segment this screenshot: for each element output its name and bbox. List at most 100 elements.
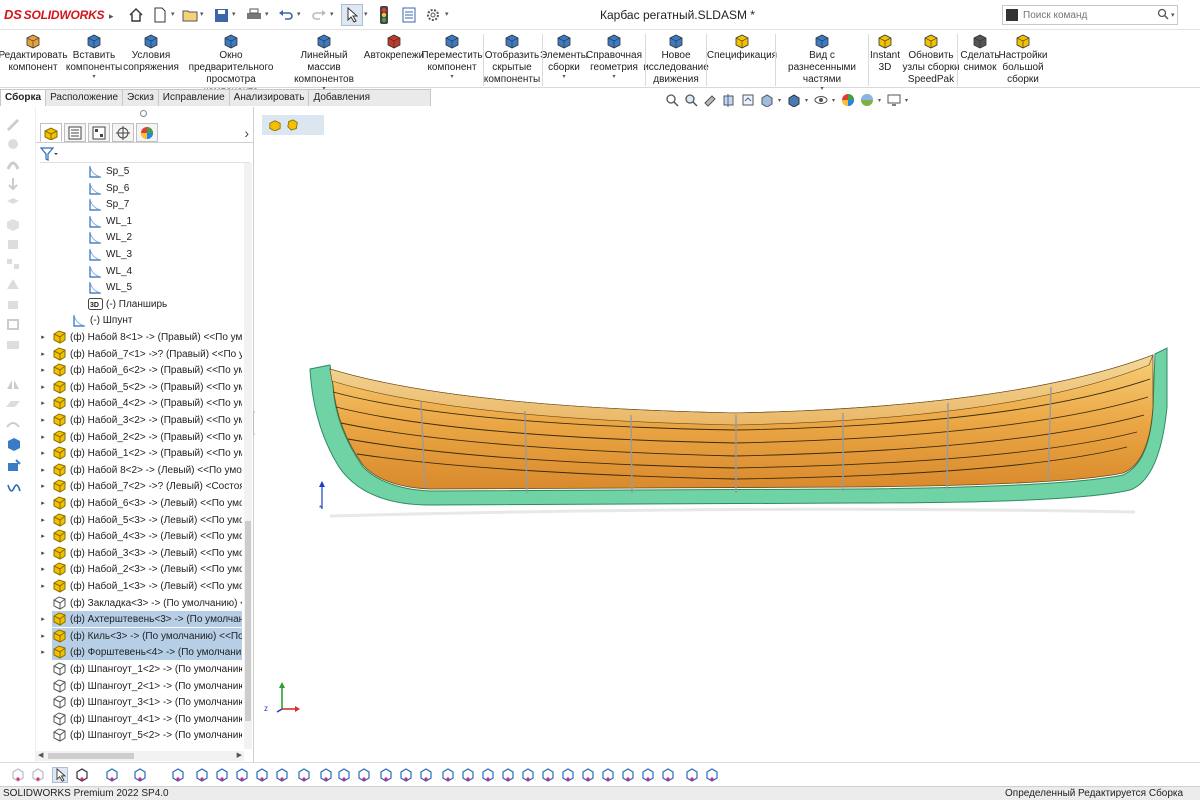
tree-node[interactable]: (ф) Шпангоут_4<1> -> (По умолчанию): [52, 711, 242, 727]
tree-node[interactable]: (ф) Шпангоут_2<1> -> (По умолчанию): [52, 678, 242, 694]
tree-node[interactable]: (ф) Набой_7<2> ->? (Левый) <Состояни: [52, 478, 242, 494]
redo-icon[interactable]: [308, 4, 330, 26]
scroll-left-icon[interactable]: ◀: [38, 751, 43, 759]
dynamic-annotation-icon[interactable]: [740, 93, 756, 107]
tree-node[interactable]: WL_1: [88, 213, 242, 229]
tangent-icon[interactable]: [480, 767, 496, 783]
display-style-icon[interactable]: [786, 93, 802, 107]
point-icon[interactable]: [104, 767, 120, 783]
tab-0[interactable]: Сборка: [0, 89, 47, 106]
tree-node[interactable]: WL_4: [88, 263, 242, 279]
sweep-icon[interactable]: [5, 157, 21, 171]
shell-icon[interactable]: [5, 317, 21, 331]
solidworks-logo[interactable]: DS SOLIDWORKS: [4, 7, 105, 22]
expand-arrow-icon[interactable]: ▸: [39, 512, 47, 528]
editing-mode-status[interactable]: Редактируется Сборка: [1078, 787, 1183, 800]
tree-node[interactable]: (ф) Киль<3> -> (По умолчанию) <<По: [52, 628, 242, 644]
print-icon[interactable]: [243, 4, 265, 26]
expand-arrow-icon[interactable]: ▸: [39, 379, 47, 395]
edge-select-icon[interactable]: [214, 767, 230, 783]
tree-node[interactable]: (ф) Набой 8<2> -> (Левый) <<По умол: [52, 462, 242, 478]
expand-arrow-icon[interactable]: ▸: [39, 329, 47, 345]
chevron-down-icon[interactable]: ▾: [92, 74, 95, 80]
expand-arrow-icon[interactable]: ▸: [39, 578, 47, 594]
tree-node[interactable]: (-) Шпунт: [72, 312, 242, 328]
select-arrow-icon[interactable]: [341, 4, 363, 26]
filter-icon[interactable]: [10, 767, 26, 783]
apply-scene-icon[interactable]: [859, 93, 875, 107]
parallel-icon[interactable]: [440, 767, 456, 783]
perpendicular-icon[interactable]: [460, 767, 476, 783]
tree-node[interactable]: (ф) Набой_3<2> -> (Правый) <<По умо: [52, 412, 242, 428]
concentric-icon[interactable]: [500, 767, 516, 783]
expand-arrow-icon[interactable]: ▸: [39, 478, 47, 494]
tree-node[interactable]: Sp_5: [88, 163, 242, 179]
tree-node[interactable]: (ф) Набой 8<1> -> (Правый) <<По умо: [52, 329, 242, 345]
wrap-icon[interactable]: [5, 337, 21, 351]
tree-node[interactable]: WL_2: [88, 229, 242, 245]
corner-icon[interactable]: [296, 767, 312, 783]
line-icon[interactable]: [254, 767, 270, 783]
edit-appearance-icon[interactable]: [840, 93, 856, 107]
scrollbar-thumb[interactable]: [48, 753, 134, 759]
axis-icon[interactable]: [318, 767, 334, 783]
plane-icon[interactable]: [336, 767, 352, 783]
chevron-down-icon[interactable]: ▾: [450, 74, 453, 80]
tab-3[interactable]: Исправление: [157, 89, 230, 106]
extrude-icon[interactable]: [5, 177, 21, 191]
hide-show-items-icon[interactable]: [813, 93, 829, 107]
box-select-icon[interactable]: [132, 767, 148, 783]
fillet-icon[interactable]: [5, 237, 21, 251]
rib-icon[interactable]: [5, 277, 21, 291]
bom-command[interactable]: Спецификация: [702, 32, 782, 62]
feature-manager-tab-icon[interactable]: [40, 123, 62, 142]
expand-arrow-icon[interactable]: ▸: [39, 395, 47, 411]
boat-model-view[interactable]: *: [255, 107, 1200, 762]
tree-node[interactable]: (ф) Набой_6<3> -> (Левый) <<По умол: [52, 495, 242, 511]
filter-toolbar-icon[interactable]: [30, 767, 46, 783]
tree-node[interactable]: (ф) Набой_7<1> ->? (Правый) <<По ум: [52, 346, 242, 362]
section-view-icon[interactable]: [721, 93, 737, 107]
configuration-manager-tab-icon[interactable]: [88, 123, 110, 142]
instant3d-icon[interactable]: [6, 459, 22, 473]
arc-icon[interactable]: [274, 767, 290, 783]
angle-icon[interactable]: [398, 767, 414, 783]
expand-arrow-icon[interactable]: ▸: [39, 628, 47, 644]
tree-node[interactable]: (ф) Ахтерштевень<3> -> (По умолчани: [52, 611, 242, 627]
reference-triad[interactable]: z: [260, 677, 300, 717]
scrollbar-thumb[interactable]: [245, 521, 251, 721]
cam-icon[interactable]: [640, 767, 656, 783]
filter-icon[interactable]: [40, 147, 58, 161]
tree-node[interactable]: (ф) Набой_1<2> -> (Правый) <<По умо: [52, 445, 242, 461]
reference-plane-icon[interactable]: [5, 397, 21, 411]
property-manager-tab-icon[interactable]: [64, 123, 86, 142]
mirror-icon[interactable]: [5, 377, 21, 391]
chevron-right-icon[interactable]: ▸: [109, 11, 114, 22]
mate-command[interactable]: Условия сопряжения: [111, 32, 191, 74]
component-select-icon[interactable]: [170, 767, 186, 783]
align-icon[interactable]: [540, 767, 556, 783]
expand-arrow-icon[interactable]: ▸: [39, 528, 47, 544]
select-other-icon[interactable]: [74, 767, 90, 783]
coincident-icon[interactable]: [418, 767, 434, 783]
tab-5[interactable]: Добавления SOLIDWORKS: [308, 89, 431, 119]
linear-pattern-command[interactable]: Линейный массив компонентов▾: [284, 32, 364, 92]
expand-arrow-icon[interactable]: ▸: [39, 561, 47, 577]
tree-node[interactable]: WL_3: [88, 246, 242, 262]
tree-node[interactable]: 3D (-) Планширь: [88, 296, 242, 312]
home-icon[interactable]: [125, 4, 147, 26]
display-manager-tab-icon[interactable]: [136, 123, 158, 142]
spline-icon[interactable]: [6, 481, 22, 495]
rebuild-traffic-light-icon[interactable]: [373, 4, 395, 26]
expand-arrow-icon[interactable]: ▸: [39, 462, 47, 478]
tab-1[interactable]: Расположение: [45, 89, 124, 106]
undo-icon[interactable]: [275, 4, 297, 26]
tree-node[interactable]: (ф) Закладка<3> -> (По умолчанию) <<: [52, 595, 242, 611]
rack-icon[interactable]: [684, 767, 700, 783]
search-input[interactable]: [1023, 8, 1153, 22]
search-icon[interactable]: [1157, 8, 1169, 23]
expand-arrow-icon[interactable]: ▸: [39, 445, 47, 461]
graphics-area[interactable]: * z: [255, 107, 1200, 762]
tree-node[interactable]: (ф) Набой_4<3> -> (Левый) <<По умол: [52, 528, 242, 544]
tree-node[interactable]: (ф) Форштевень<4> -> (По умолчанию: [52, 644, 242, 660]
